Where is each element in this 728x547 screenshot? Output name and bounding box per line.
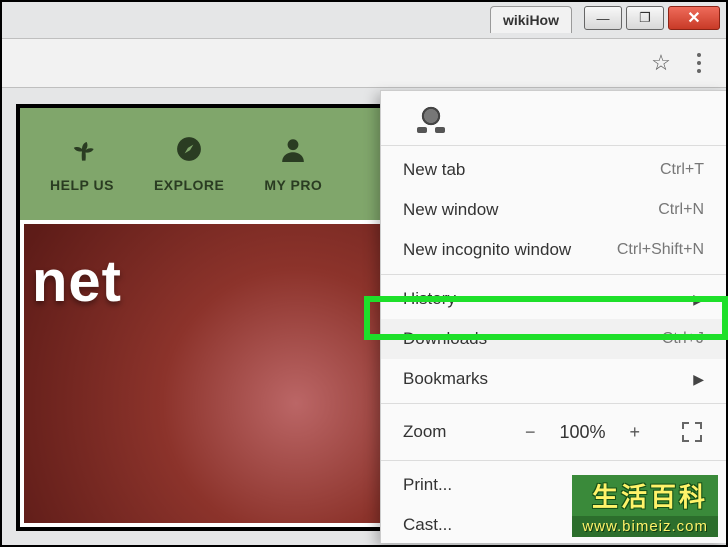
close-icon: ✕ bbox=[687, 8, 700, 28]
nav-my-profile[interactable]: MY PRO bbox=[264, 135, 322, 193]
menu-downloads-shortcut: Ctrl+J bbox=[662, 330, 704, 348]
menu-new-window-shortcut: Ctrl+N bbox=[658, 201, 704, 219]
screenshot-stage: wikiHow — ❐ ✕ ☆ HELP US bbox=[0, 0, 728, 547]
close-button[interactable]: ✕ bbox=[668, 6, 720, 30]
menu-separator bbox=[381, 403, 726, 404]
window-controls: — ❐ ✕ bbox=[584, 6, 720, 30]
menu-history-label: History bbox=[403, 289, 456, 309]
browser-tab-title: wikiHow bbox=[503, 12, 559, 28]
menu-downloads[interactable]: Downloads Ctrl+J bbox=[381, 319, 726, 359]
menu-print-label: Print... bbox=[403, 475, 452, 495]
bookmark-star-button[interactable]: ☆ bbox=[642, 44, 680, 82]
watermark: 生活百科 www.bimeiz.com bbox=[572, 475, 718, 537]
watermark-url: www.bimeiz.com bbox=[572, 516, 718, 537]
person-icon bbox=[279, 135, 307, 163]
menu-new-window[interactable]: New window Ctrl+N bbox=[381, 190, 726, 230]
vertical-dots-icon bbox=[697, 53, 701, 73]
nav-explore[interactable]: EXPLORE bbox=[154, 135, 224, 193]
hero-text: net bbox=[32, 248, 122, 315]
nav-help-us[interactable]: HELP US bbox=[50, 135, 114, 193]
chrome-menu-button[interactable] bbox=[680, 44, 718, 82]
menu-zoom-label: Zoom bbox=[403, 422, 523, 442]
browser-tab[interactable]: wikiHow bbox=[490, 6, 572, 33]
menu-incognito-label: New incognito window bbox=[403, 240, 571, 260]
maximize-button[interactable]: ❐ bbox=[626, 6, 664, 30]
menu-zoom-row: Zoom − 100% + bbox=[381, 408, 726, 456]
menu-bookmarks[interactable]: Bookmarks ▶ bbox=[381, 359, 726, 399]
menu-separator bbox=[381, 274, 726, 275]
sprout-icon bbox=[68, 135, 96, 163]
star-icon: ☆ bbox=[651, 50, 671, 76]
menu-separator bbox=[381, 145, 726, 146]
browser-toolbar: ☆ bbox=[2, 38, 726, 88]
watermark-title: 生活百科 bbox=[572, 475, 718, 516]
maximize-icon: ❐ bbox=[639, 10, 651, 26]
compass-icon bbox=[175, 135, 203, 163]
submenu-arrow-icon: ▶ bbox=[693, 291, 704, 308]
menu-new-tab-shortcut: Ctrl+T bbox=[660, 161, 704, 179]
menu-cast-label: Cast... bbox=[403, 515, 452, 535]
menu-extension-row[interactable] bbox=[381, 91, 726, 141]
zoom-in-button[interactable]: + bbox=[630, 422, 641, 443]
submenu-arrow-icon: ▶ bbox=[693, 371, 704, 388]
zoom-out-button[interactable]: − bbox=[525, 422, 536, 443]
menu-new-tab-label: New tab bbox=[403, 160, 465, 180]
nav-help-us-label: HELP US bbox=[50, 177, 114, 193]
menu-separator bbox=[381, 460, 726, 461]
nav-explore-label: EXPLORE bbox=[154, 177, 224, 193]
nav-my-profile-label: MY PRO bbox=[264, 177, 322, 193]
menu-new-window-label: New window bbox=[403, 200, 498, 220]
minimize-icon: — bbox=[597, 11, 610, 26]
menu-downloads-label: Downloads bbox=[403, 329, 487, 349]
menu-incognito[interactable]: New incognito window Ctrl+Shift+N bbox=[381, 230, 726, 270]
film-reel-icon bbox=[417, 102, 445, 130]
zoom-value: 100% bbox=[559, 422, 605, 443]
menu-incognito-shortcut: Ctrl+Shift+N bbox=[617, 241, 704, 259]
menu-new-tab[interactable]: New tab Ctrl+T bbox=[381, 150, 726, 190]
menu-bookmarks-label: Bookmarks bbox=[403, 369, 488, 389]
menu-history[interactable]: History ▶ bbox=[381, 279, 726, 319]
minimize-button[interactable]: — bbox=[584, 6, 622, 30]
window-titlebar: wikiHow — ❐ ✕ bbox=[490, 2, 726, 34]
fullscreen-icon[interactable] bbox=[682, 422, 702, 442]
zoom-controls: − 100% + bbox=[523, 422, 704, 443]
